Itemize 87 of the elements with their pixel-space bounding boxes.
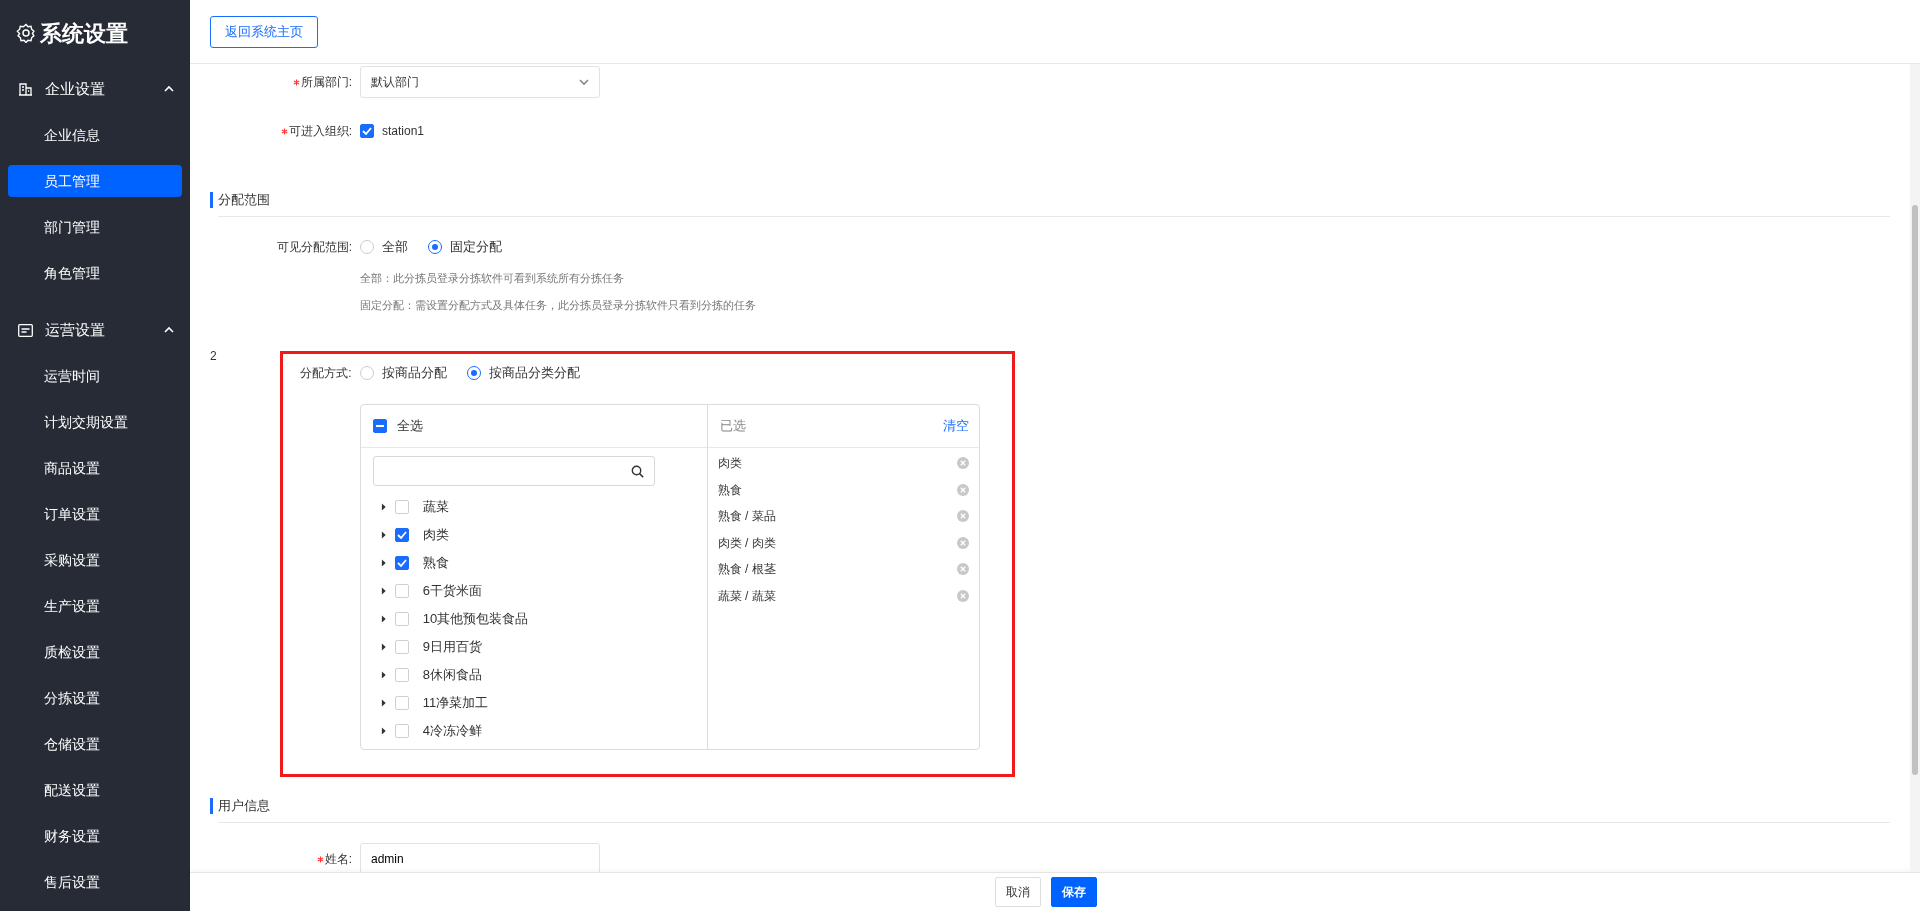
sidebar-item[interactable]: 财务设置 <box>8 820 182 852</box>
field-label: 可见分配范围: <box>276 239 352 256</box>
sidebar-item[interactable]: 订单设置 <box>8 498 182 530</box>
help-text: 固定分配：需设置分配方式及具体任务，此分拣员登录分拣软件只看到分拣的任务 <box>360 298 757 313</box>
check-icon <box>362 127 372 135</box>
sidebar-item[interactable]: 企业信息 <box>8 119 182 151</box>
help-text: 全部：此分拣员登录分拣软件可看到系统所有分拣任务 <box>360 271 625 286</box>
tree-item[interactable]: 8休闲食品 <box>422 665 482 685</box>
selected-item: 肉类 <box>717 455 742 473</box>
field-label: 分配方式: <box>300 365 352 382</box>
caret-icon[interactable] <box>380 559 387 567</box>
radio-label[interactable]: 固定分配 <box>450 237 502 257</box>
remove-icon[interactable] <box>956 589 969 602</box>
selected-item: 蔬菜 / 蔬菜 <box>717 587 776 605</box>
field-label: 所属部门: <box>300 74 352 91</box>
settings-icon <box>16 23 36 43</box>
building-icon <box>18 82 33 96</box>
radio-label[interactable]: 全部 <box>382 237 408 257</box>
sidebar-item[interactable]: 配送设置 <box>8 774 182 806</box>
remove-icon[interactable] <box>956 483 969 496</box>
field-label: 姓名: <box>324 851 352 868</box>
checkbox[interactable] <box>372 419 387 433</box>
sidebar-title: 系统设置 <box>40 19 128 48</box>
caret-icon[interactable] <box>380 671 387 679</box>
caret-icon[interactable] <box>380 643 387 651</box>
tree-item[interactable]: 10其他预包装食品 <box>422 609 529 629</box>
tree-item[interactable]: 4冷冻冷鲜 <box>422 721 482 741</box>
tree-item[interactable]: 11净菜加工 <box>422 693 489 713</box>
list-icon <box>18 323 33 337</box>
selected-item: 熟食 <box>717 481 742 499</box>
remove-icon[interactable] <box>956 563 969 576</box>
selected-item: 熟食 / 菜品 <box>717 508 776 526</box>
caret-icon[interactable] <box>380 615 387 623</box>
sidebar-item[interactable]: 部门管理 <box>8 211 182 243</box>
checkbox[interactable] <box>360 124 374 138</box>
section-title: 分配范围 <box>210 192 1890 208</box>
sidebar-item[interactable]: 售后设置 <box>8 866 182 898</box>
department-select[interactable]: 默认部门 <box>360 66 600 98</box>
sidebar-item[interactable]: 商品设置 <box>8 452 182 484</box>
clear-link[interactable]: 清空 <box>942 416 969 436</box>
caret-icon[interactable] <box>380 699 387 707</box>
sidebar-item[interactable]: 仓储设置 <box>8 728 182 760</box>
sidebar-item[interactable]: 计划交期设置 <box>8 406 182 438</box>
scrollbar-thumb[interactable] <box>1912 205 1918 775</box>
caret-icon[interactable] <box>380 503 387 511</box>
tree-item[interactable]: 6干货米面 <box>422 581 482 601</box>
section-title: 用户信息 <box>210 798 1890 814</box>
back-button[interactable]: 返回系统主页 <box>210 16 318 48</box>
remove-icon[interactable] <box>956 457 969 470</box>
remove-icon[interactable] <box>956 536 969 549</box>
sidebar-item[interactable]: 生产设置 <box>8 590 182 622</box>
caret-icon[interactable] <box>380 727 387 735</box>
sidebar-item[interactable]: 员工管理 <box>8 165 182 197</box>
sidebar-group[interactable]: 运营设置 <box>0 307 190 353</box>
checkbox[interactable] <box>394 556 409 570</box>
sidebar-group[interactable]: 企业设置 <box>0 66 190 112</box>
option-label: station1 <box>382 123 425 140</box>
sidebar-item[interactable]: 采购设置 <box>8 544 182 576</box>
caret-icon[interactable] <box>380 531 387 539</box>
search-icon <box>630 464 644 478</box>
radio-label[interactable]: 按商品分类分配 <box>488 363 580 383</box>
remove-icon[interactable] <box>956 510 969 523</box>
cancel-button[interactable]: 取消 <box>995 877 1041 907</box>
sidebar-item[interactable]: 运营时间 <box>8 360 182 392</box>
sidebar-item[interactable]: 角色管理 <box>8 257 182 289</box>
tree-item[interactable]: 肉类 <box>422 525 449 545</box>
sidebar-item[interactable]: 分拣设置 <box>8 682 182 714</box>
tree-item[interactable]: 熟食 <box>422 553 449 573</box>
radio-label[interactable]: 按商品分配 <box>381 363 447 383</box>
check-icon <box>396 531 407 539</box>
panel-title: 已选 <box>719 417 746 436</box>
selected-item: 熟食 / 根茎 <box>717 561 776 579</box>
selected-item: 肉类 / 肉类 <box>717 534 776 552</box>
checkbox[interactable] <box>394 528 409 542</box>
name-field[interactable]: admin <box>360 843 600 872</box>
sidebar-item[interactable]: 质检设置 <box>8 636 182 668</box>
row-marker: 2 <box>210 351 217 365</box>
tree-item[interactable]: 9日用百货 <box>422 637 482 657</box>
search-field[interactable] <box>372 456 655 486</box>
select-all-label[interactable]: 全选 <box>396 416 423 436</box>
minus-icon <box>375 425 384 427</box>
check-icon <box>396 559 407 567</box>
tree-item[interactable]: 蔬菜 <box>422 497 449 517</box>
save-button[interactable]: 保存 <box>1051 877 1097 907</box>
field-label: 可进入组织: <box>288 123 352 140</box>
chevron-down-icon <box>579 78 589 86</box>
caret-icon[interactable] <box>380 587 387 595</box>
